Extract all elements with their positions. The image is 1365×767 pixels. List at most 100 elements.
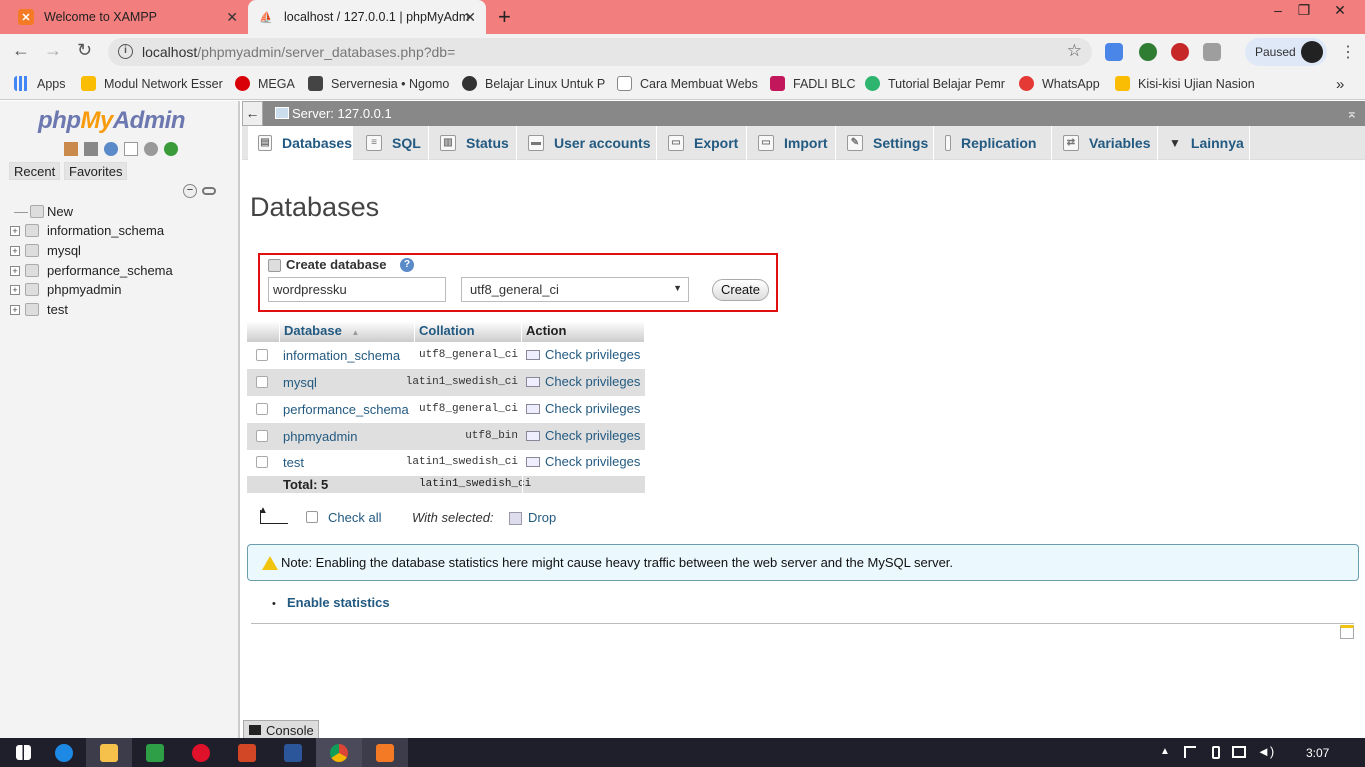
- tree-item-phpmyadmin[interactable]: + phpmyadmin: [0, 282, 240, 300]
- minimize-button[interactable]: –: [1265, 2, 1291, 18]
- console-toggle[interactable]: Console: [243, 720, 319, 739]
- expand-icon[interactable]: +: [10, 285, 20, 295]
- reload-icon[interactable]: [164, 142, 178, 156]
- check-privileges-link[interactable]: Check privileges: [526, 347, 640, 362]
- database-link[interactable]: test: [283, 455, 304, 470]
- profile-button[interactable]: Paused: [1245, 38, 1327, 66]
- header-database[interactable]: Database ▲: [280, 321, 415, 342]
- network-icon[interactable]: [1232, 746, 1246, 758]
- globe-extension-icon[interactable]: [1139, 43, 1157, 61]
- tab-status[interactable]: ▥ Status: [430, 126, 517, 160]
- check-privileges-link[interactable]: Check privileges: [526, 428, 640, 443]
- taskbar-xampp[interactable]: [362, 738, 408, 767]
- volume-icon[interactable]: ◄): [1257, 744, 1274, 759]
- bookmark-linux[interactable]: Belajar Linux Untuk P: [462, 76, 605, 91]
- taskbar-powerpoint[interactable]: [224, 738, 270, 767]
- expand-icon[interactable]: +: [10, 305, 20, 315]
- tree-item-performance-schema[interactable]: + performance_schema: [0, 263, 240, 281]
- help-icon[interactable]: [104, 142, 118, 156]
- taskbar-store[interactable]: [132, 738, 178, 767]
- bookmark-modul[interactable]: Modul Network Esser: [81, 76, 223, 91]
- home-icon[interactable]: [64, 142, 78, 156]
- tab-import[interactable]: ▭ Import: [748, 126, 836, 160]
- info-icon[interactable]: i: [118, 44, 133, 59]
- bookmarks-more-button[interactable]: »: [1336, 76, 1344, 93]
- clock[interactable]: 3:07: [1306, 746, 1329, 760]
- blocker-extension-icon[interactable]: [1171, 43, 1189, 61]
- favorites-button[interactable]: Favorites: [64, 162, 128, 180]
- enable-statistics-link[interactable]: Enable statistics: [287, 595, 390, 610]
- notepad-icon[interactable]: [1340, 625, 1354, 639]
- tab-databases[interactable]: ▤ Databases: [248, 126, 353, 160]
- row-checkbox[interactable]: [256, 376, 268, 388]
- database-link[interactable]: phpmyadmin: [283, 429, 357, 444]
- phpmyadmin-logo[interactable]: phpMyAdmin: [38, 107, 186, 135]
- tree-item-test[interactable]: + test: [0, 302, 240, 320]
- tab-variables[interactable]: ⇄ Variables: [1053, 126, 1158, 160]
- row-checkbox[interactable]: [256, 430, 268, 442]
- bookmark-kisi[interactable]: Kisi-kisi Ujian Nasion: [1115, 76, 1255, 91]
- window-close-button[interactable]: ✕: [1327, 2, 1353, 19]
- gear-icon[interactable]: [144, 142, 158, 156]
- taskbar-opera[interactable]: [178, 738, 224, 767]
- start-button[interactable]: [0, 738, 46, 767]
- bookmark-star-icon[interactable]: ☆: [1067, 41, 1082, 61]
- expand-icon[interactable]: +: [10, 266, 20, 276]
- collapse-panel-button[interactable]: ←: [242, 101, 263, 126]
- bookmark-cara-membuat[interactable]: Cara Membuat Webs: [617, 76, 758, 91]
- tab-xampp[interactable]: ✕ Welcome to XAMPP ✕: [8, 0, 248, 34]
- collation-select[interactable]: utf8_general_ci ▼: [461, 277, 689, 302]
- forward-icon[interactable]: →: [44, 40, 62, 61]
- bookmark-servernesia[interactable]: Servernesia • Ngomo: [308, 76, 449, 91]
- tab-replication[interactable]: Replication: [935, 126, 1052, 160]
- taskbar-chrome[interactable]: [316, 738, 362, 767]
- expand-icon[interactable]: +: [10, 226, 20, 236]
- link-icon[interactable]: [202, 187, 216, 195]
- create-button[interactable]: Create: [712, 279, 769, 301]
- header-collation[interactable]: Collation: [415, 321, 522, 342]
- tray-expand-icon[interactable]: ▲: [1160, 746, 1170, 757]
- check-privileges-link[interactable]: Check privileges: [526, 454, 640, 469]
- row-checkbox[interactable]: [256, 456, 268, 468]
- row-checkbox[interactable]: [256, 403, 268, 415]
- taskbar-word[interactable]: [270, 738, 316, 767]
- server-label[interactable]: Server: 127.0.0.1: [292, 106, 392, 121]
- logout-icon[interactable]: [84, 142, 98, 156]
- bookmark-apps[interactable]: Apps: [14, 76, 66, 91]
- close-icon[interactable]: ✕: [226, 9, 238, 26]
- flag-icon[interactable]: [1184, 746, 1196, 758]
- battery-icon[interactable]: [1212, 746, 1220, 759]
- bookmark-whatsapp[interactable]: WhatsApp: [1019, 76, 1100, 91]
- tab-settings[interactable]: ✎ Settings: [837, 126, 934, 160]
- taskbar-explorer[interactable]: [86, 738, 132, 767]
- kebab-menu-icon[interactable]: ⋮: [1340, 42, 1356, 62]
- database-name-input[interactable]: [268, 277, 446, 302]
- bookmark-tutorial[interactable]: Tutorial Belajar Pemr: [865, 76, 1005, 91]
- reload-icon[interactable]: ↻: [77, 40, 92, 61]
- restore-button[interactable]: ❐: [1291, 2, 1317, 19]
- taskbar-ie[interactable]: [41, 738, 87, 767]
- new-tab-button[interactable]: +: [498, 4, 511, 30]
- tab-user-accounts[interactable]: ▬ User accounts: [518, 126, 657, 160]
- expand-icon[interactable]: +: [10, 246, 20, 256]
- tree-item-new[interactable]: New: [0, 204, 240, 222]
- check-all-label[interactable]: Check all: [328, 510, 381, 525]
- tab-phpmyadmin[interactable]: ⛵ localhost / 127.0.0.1 | phpMyAdm ✕: [248, 0, 486, 34]
- database-link[interactable]: performance_schema: [283, 402, 409, 417]
- database-link[interactable]: information_schema: [283, 348, 400, 363]
- scroll-top-icon[interactable]: ⌅: [1346, 105, 1358, 122]
- close-icon[interactable]: ✕: [464, 9, 476, 26]
- row-checkbox[interactable]: [256, 349, 268, 361]
- translate-extension-icon[interactable]: [1105, 43, 1123, 61]
- drop-button[interactable]: Drop: [528, 510, 556, 525]
- check-privileges-link[interactable]: Check privileges: [526, 374, 640, 389]
- tab-export[interactable]: ▭ Export: [658, 126, 747, 160]
- tree-item-information-schema[interactable]: + information_schema: [0, 223, 240, 241]
- recent-button[interactable]: Recent: [9, 162, 61, 180]
- tab-sql[interactable]: ≡ SQL: [356, 126, 429, 160]
- check-all-checkbox[interactable]: [306, 511, 318, 523]
- back-icon[interactable]: ←: [12, 40, 30, 61]
- tab-more[interactable]: ▼ Lainnya: [1159, 126, 1250, 160]
- check-privileges-link[interactable]: Check privileges: [526, 401, 640, 416]
- database-link[interactable]: mysql: [283, 375, 317, 390]
